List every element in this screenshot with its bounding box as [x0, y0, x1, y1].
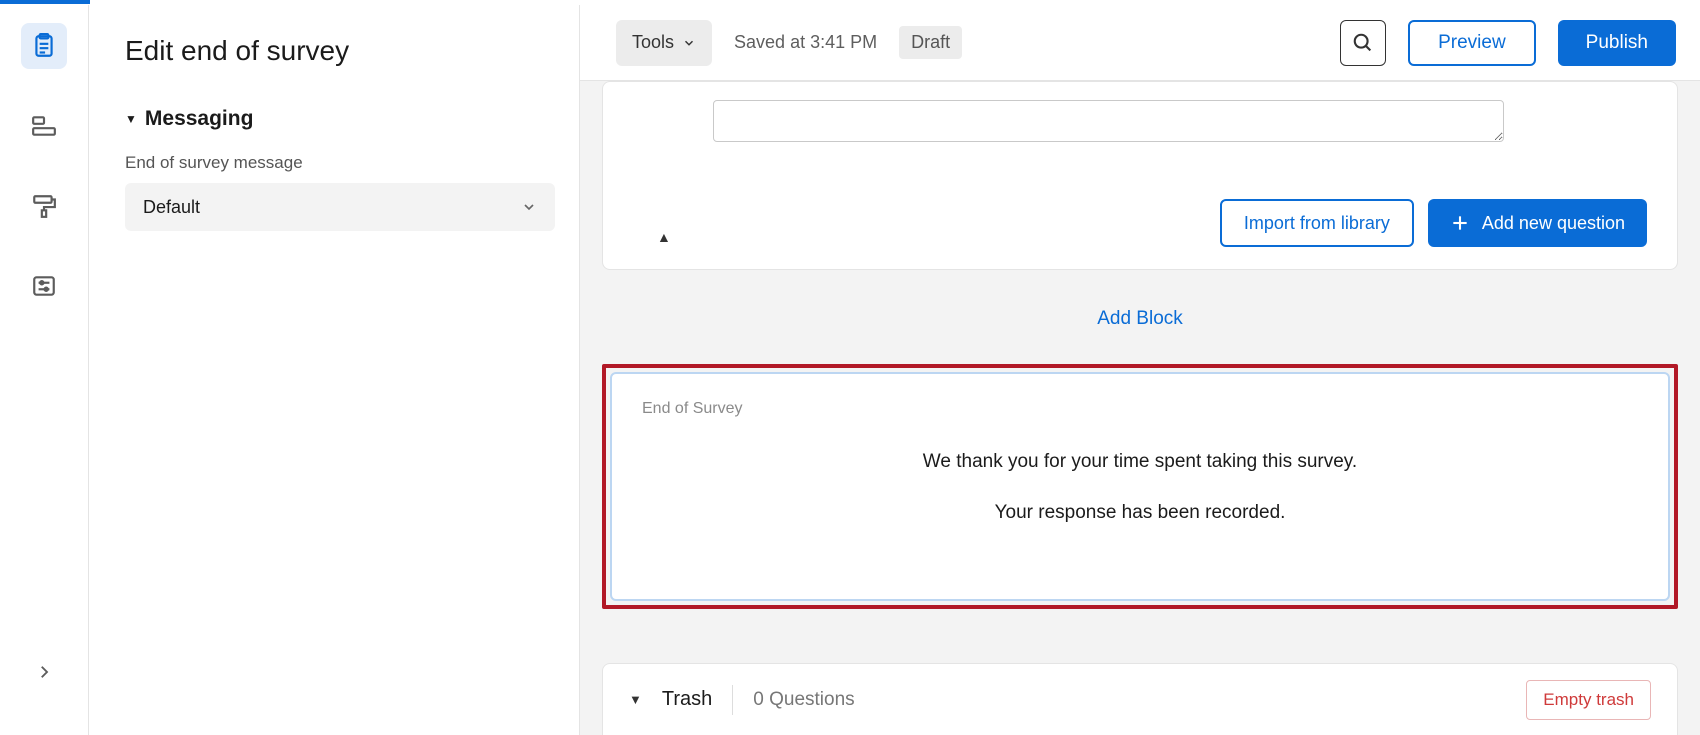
section-label: Messaging — [145, 107, 254, 131]
eos-line2: Your response has been recorded. — [642, 499, 1638, 528]
tools-label: Tools — [632, 32, 674, 53]
collapse-block[interactable]: ▲ — [657, 229, 671, 245]
saved-status: Saved at 3:41 PM — [734, 32, 877, 53]
addq-label: Add new question — [1482, 213, 1625, 234]
trash-toggle[interactable]: ▼ — [629, 692, 642, 707]
nav-expand[interactable] — [21, 649, 67, 695]
sliders-icon — [31, 273, 57, 299]
dropdown-value: Default — [143, 197, 200, 218]
empty-trash-label: Empty trash — [1543, 690, 1634, 710]
publish-label: Publish — [1586, 32, 1648, 54]
caret-down-icon: ▼ — [125, 112, 137, 126]
search-icon — [1352, 32, 1374, 54]
nav-rail — [0, 5, 89, 735]
progress-bar — [0, 0, 90, 4]
block-footer: ▲ Import from library Add new question — [633, 199, 1647, 247]
chevron-right-icon — [35, 663, 53, 681]
toolbar: Tools Saved at 3:41 PM Draft Preview Pub… — [580, 5, 1700, 81]
question-block[interactable]: ▲ Import from library Add new question — [602, 81, 1678, 270]
edit-panel: Edit end of survey ▼ Messaging End of su… — [89, 5, 580, 735]
field-label: End of survey message — [125, 153, 543, 173]
flow-icon — [31, 113, 57, 139]
plus-icon — [1450, 213, 1470, 233]
preview-button[interactable]: Preview — [1408, 20, 1536, 66]
end-of-survey-block[interactable]: End of Survey We thank you for your time… — [610, 372, 1670, 601]
paint-roller-icon — [31, 193, 57, 219]
empty-trash-button[interactable]: Empty trash — [1526, 680, 1651, 720]
add-question-button[interactable]: Add new question — [1428, 199, 1647, 247]
eos-highlight: End of Survey We thank you for your time… — [602, 364, 1678, 609]
clipboard-icon — [31, 33, 57, 59]
nav-look[interactable] — [21, 183, 67, 229]
trash-label: Trash — [662, 688, 712, 711]
eos-message: We thank you for your time spent taking … — [642, 448, 1638, 527]
import-label: Import from library — [1244, 213, 1390, 234]
add-block-link[interactable]: Add Block — [602, 308, 1678, 330]
search-button[interactable] — [1340, 20, 1386, 66]
import-library-button[interactable]: Import from library — [1220, 199, 1414, 247]
nav-flow[interactable] — [21, 103, 67, 149]
preview-label: Preview — [1438, 32, 1506, 54]
chevron-down-icon — [521, 199, 537, 215]
canvas: ▲ Import from library Add new question A… — [580, 81, 1700, 735]
eos-line1: We thank you for your time spent taking … — [642, 448, 1638, 477]
section-messaging[interactable]: ▼ Messaging — [125, 107, 543, 131]
eos-block-label: End of Survey — [642, 400, 1638, 418]
divider — [732, 685, 733, 715]
text-entry-input[interactable] — [713, 100, 1504, 142]
trash-bar: ▼ Trash 0 Questions Empty trash — [602, 663, 1678, 735]
chevron-down-icon — [682, 36, 696, 50]
nav-options[interactable] — [21, 263, 67, 309]
draft-badge: Draft — [899, 26, 962, 59]
nav-builder[interactable] — [21, 23, 67, 69]
publish-button[interactable]: Publish — [1558, 20, 1676, 66]
eos-message-dropdown[interactable]: Default — [125, 183, 555, 231]
panel-title: Edit end of survey — [125, 35, 543, 67]
tools-button[interactable]: Tools — [616, 20, 712, 66]
trash-count: 0 Questions — [753, 689, 854, 711]
